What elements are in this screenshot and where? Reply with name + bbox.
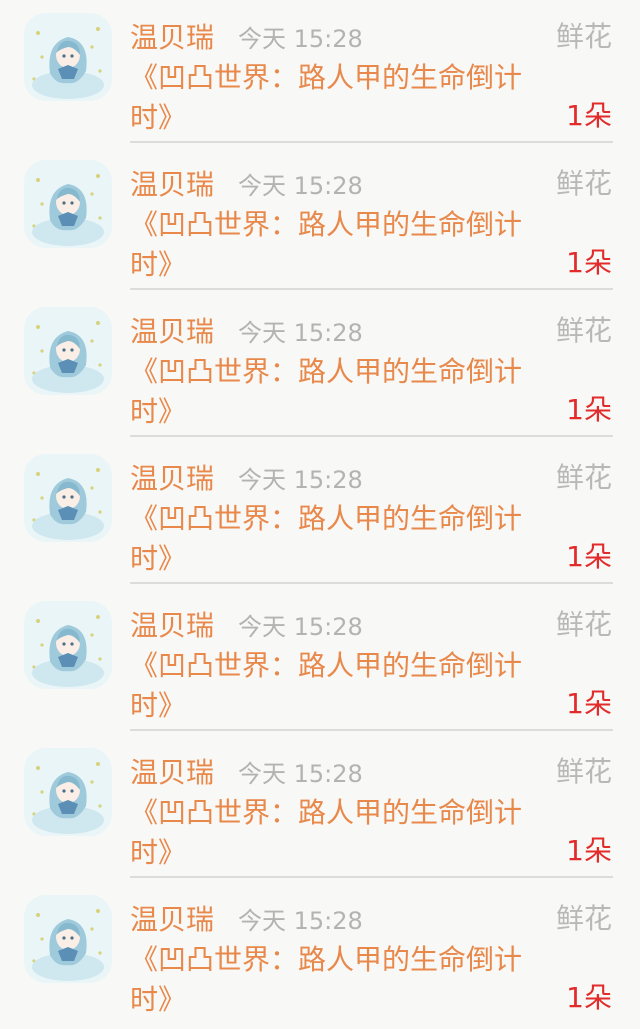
timestamp: 今天 15:28: [238, 613, 363, 641]
work-title-link[interactable]: 《凹凸世界：路人甲的生命倒计时》: [130, 793, 560, 873]
work-title-link[interactable]: 《凹凸世界：路人甲的生命倒计时》: [130, 58, 560, 138]
divider: [130, 288, 613, 290]
gift-type-label: 鲜花: [555, 461, 612, 494]
timestamp: 今天 15:28: [238, 172, 363, 200]
gift-count: 1朵: [566, 687, 612, 720]
anime-girl-avatar-icon: [24, 748, 112, 836]
gift-count: 1朵: [566, 393, 612, 426]
sender-name[interactable]: 温贝瑞: [130, 312, 214, 352]
gift-count: 1朵: [566, 540, 612, 573]
work-title-link[interactable]: 《凹凸世界：路人甲的生命倒计时》: [130, 205, 560, 285]
avatar[interactable]: [24, 454, 112, 542]
sender-name[interactable]: 温贝瑞: [130, 165, 214, 205]
avatar[interactable]: [24, 160, 112, 248]
divider: [130, 435, 613, 437]
gift-type-label: 鲜花: [555, 755, 612, 788]
gift-count: 1朵: [566, 246, 612, 279]
gift-type-label: 鲜花: [555, 20, 612, 53]
gift-type-label: 鲜花: [555, 314, 612, 347]
gift-count: 1朵: [566, 981, 612, 1014]
work-title-link[interactable]: 《凹凸世界：路人甲的生命倒计时》: [130, 352, 560, 432]
anime-girl-avatar-icon: [24, 160, 112, 248]
timestamp: 今天 15:28: [238, 319, 363, 347]
work-title-link[interactable]: 《凹凸世界：路人甲的生命倒计时》: [130, 499, 560, 579]
sender-name[interactable]: 温贝瑞: [130, 606, 214, 646]
anime-girl-avatar-icon: [24, 13, 112, 101]
anime-girl-avatar-icon: [24, 307, 112, 395]
anime-girl-avatar-icon: [24, 454, 112, 542]
work-title-link[interactable]: 《凹凸世界：路人甲的生命倒计时》: [130, 646, 560, 726]
timestamp: 今天 15:28: [238, 907, 363, 935]
sender-name[interactable]: 温贝瑞: [130, 753, 214, 793]
avatar[interactable]: [24, 895, 112, 983]
anime-girl-avatar-icon: [24, 601, 112, 689]
gift-record-list: 温贝瑞 今天 15:28 鲜花 《凹凸世界：路人甲的生命倒计时》 1朵 温贝瑞 …: [0, 0, 640, 1029]
list-item[interactable]: 温贝瑞 今天 15:28 鲜花 《凹凸世界：路人甲的生命倒计时》 1朵: [0, 882, 640, 1029]
avatar[interactable]: [24, 601, 112, 689]
gift-type-label: 鲜花: [555, 902, 612, 935]
list-item[interactable]: 温贝瑞 今天 15:28 鲜花 《凹凸世界：路人甲的生命倒计时》 1朵: [0, 588, 640, 735]
gift-type-label: 鲜花: [555, 167, 612, 200]
work-title-link[interactable]: 《凹凸世界：路人甲的生命倒计时》: [130, 940, 560, 1020]
sender-name[interactable]: 温贝瑞: [130, 900, 214, 940]
divider: [130, 729, 613, 731]
list-item[interactable]: 温贝瑞 今天 15:28 鲜花 《凹凸世界：路人甲的生命倒计时》 1朵: [0, 441, 640, 588]
avatar[interactable]: [24, 13, 112, 101]
avatar[interactable]: [24, 748, 112, 836]
gift-count: 1朵: [566, 834, 612, 867]
timestamp: 今天 15:28: [238, 760, 363, 788]
divider: [130, 582, 613, 584]
sender-name[interactable]: 温贝瑞: [130, 18, 214, 58]
divider: [130, 876, 613, 878]
timestamp: 今天 15:28: [238, 25, 363, 53]
gift-type-label: 鲜花: [555, 608, 612, 641]
divider: [130, 141, 613, 143]
avatar[interactable]: [24, 307, 112, 395]
list-item[interactable]: 温贝瑞 今天 15:28 鲜花 《凹凸世界：路人甲的生命倒计时》 1朵: [0, 294, 640, 441]
anime-girl-avatar-icon: [24, 895, 112, 983]
list-item[interactable]: 温贝瑞 今天 15:28 鲜花 《凹凸世界：路人甲的生命倒计时》 1朵: [0, 0, 640, 147]
list-item[interactable]: 温贝瑞 今天 15:28 鲜花 《凹凸世界：路人甲的生命倒计时》 1朵: [0, 735, 640, 882]
timestamp: 今天 15:28: [238, 466, 363, 494]
gift-count: 1朵: [566, 99, 612, 132]
sender-name[interactable]: 温贝瑞: [130, 459, 214, 499]
list-item[interactable]: 温贝瑞 今天 15:28 鲜花 《凹凸世界：路人甲的生命倒计时》 1朵: [0, 147, 640, 294]
